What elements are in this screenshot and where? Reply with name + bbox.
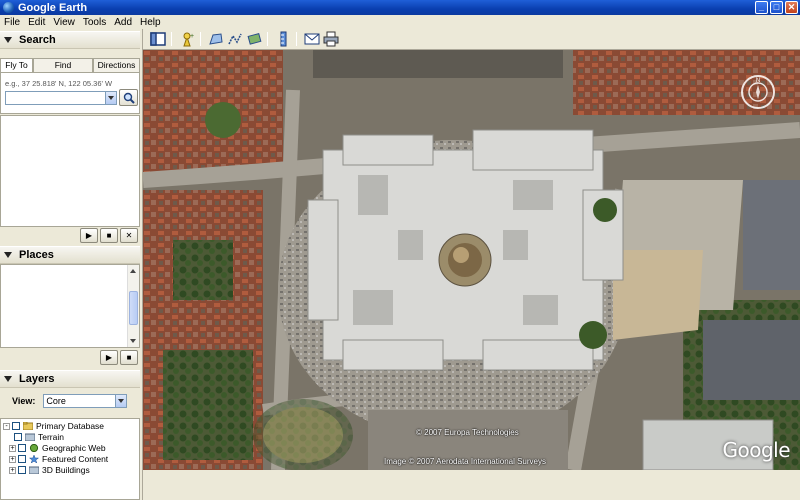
- title-bar: Google Earth _ □ ✕: [0, 0, 800, 15]
- magnifier-icon: [123, 92, 135, 104]
- collapse-triangle-icon: [4, 252, 12, 258]
- add-image-overlay-icon[interactable]: [246, 31, 262, 47]
- print-icon[interactable]: [323, 31, 339, 47]
- expand-toggle[interactable]: +: [9, 444, 16, 452]
- menu-view[interactable]: View: [49, 17, 79, 28]
- layers-tree: - Primary Database Terrain + Geographic …: [0, 418, 140, 500]
- layer-primary-database[interactable]: - Primary Database: [3, 421, 104, 431]
- expand-toggle[interactable]: +: [9, 455, 16, 463]
- sidebar-toggle-icon[interactable]: [150, 31, 166, 47]
- search-tabs: Fly To Find Businesses Directions: [0, 58, 140, 83]
- layers-panel-header[interactable]: Layers: [0, 370, 140, 388]
- globe-icon: [29, 444, 39, 452]
- places-tree[interactable]: [0, 264, 140, 348]
- toolbar: +: [143, 29, 800, 50]
- scroll-down-arrow-icon[interactable]: [129, 336, 138, 346]
- scroll-up-arrow-icon[interactable]: [129, 266, 138, 276]
- sidebar: Search Fly To Find Businesses Directions…: [0, 29, 143, 500]
- places-play-button[interactable]: ▶: [100, 350, 118, 365]
- google-earth-icon: [3, 2, 14, 13]
- menu-file[interactable]: File: [0, 17, 24, 28]
- places-stop-button[interactable]: ■: [120, 350, 138, 365]
- places-controls: ▶ ■: [100, 350, 138, 365]
- svg-text:N: N: [756, 78, 760, 84]
- menu-edit[interactable]: Edit: [24, 17, 49, 28]
- layer-3d-buildings[interactable]: + 3D Buildings: [9, 465, 90, 475]
- clear-button[interactable]: ✕: [120, 228, 138, 243]
- copyright-europa: © 2007 Europa Technologies: [416, 428, 519, 437]
- map-3d-view[interactable]: N © 2007 Europa Technologies Image © 200…: [143, 50, 800, 470]
- dropdown-arrow-icon[interactable]: [105, 92, 116, 104]
- layer-checkbox[interactable]: [18, 466, 26, 474]
- expand-toggle[interactable]: +: [9, 466, 16, 474]
- collapse-triangle-icon: [4, 376, 12, 382]
- fly-to-panel: e.g., 37 25.818' N, 122 05.36' W: [0, 72, 140, 114]
- layer-label: Featured Content: [42, 454, 109, 464]
- layer-checkbox[interactable]: [18, 455, 26, 463]
- star-icon: [29, 455, 39, 463]
- layer-checkbox[interactable]: [14, 433, 22, 441]
- view-select-value: Core: [46, 396, 66, 406]
- fly-to-input[interactable]: [5, 91, 117, 105]
- layers-panel-title: Layers: [19, 373, 55, 385]
- building-icon: [29, 466, 39, 474]
- places-scrollbar[interactable]: [127, 265, 139, 347]
- places-panel-title: Places: [19, 249, 54, 261]
- compass-icon[interactable]: N: [740, 74, 776, 110]
- collapse-triangle-icon: [4, 37, 12, 43]
- add-path-icon[interactable]: [227, 31, 243, 47]
- collapse-toggle[interactable]: -: [3, 422, 10, 430]
- close-button[interactable]: ✕: [785, 1, 798, 14]
- database-icon: [23, 422, 33, 430]
- places-panel-header[interactable]: Places: [0, 246, 140, 264]
- layer-checkbox[interactable]: [18, 444, 26, 452]
- layers-view-row: View: Core: [12, 394, 128, 408]
- stop-button[interactable]: ■: [100, 228, 118, 243]
- menu-add[interactable]: Add: [110, 17, 136, 28]
- layer-label: Geographic Web: [42, 443, 106, 453]
- layer-label: 3D Buildings: [42, 465, 90, 475]
- fly-to-hint: e.g., 37 25.818' N, 122 05.36' W: [5, 79, 113, 88]
- search-button[interactable]: [119, 89, 138, 106]
- layer-label: Primary Database: [36, 421, 105, 431]
- layer-checkbox[interactable]: [12, 422, 20, 430]
- search-panel-title: Search: [19, 34, 56, 46]
- search-results-list[interactable]: [0, 115, 140, 227]
- menu-tools[interactable]: Tools: [79, 17, 110, 28]
- search-controls: ▶ ■ ✕: [80, 228, 138, 243]
- add-placemark-icon[interactable]: +: [179, 31, 195, 47]
- menu-help[interactable]: Help: [136, 17, 165, 28]
- add-polygon-icon[interactable]: [208, 31, 224, 47]
- view-select[interactable]: Core: [43, 394, 128, 408]
- menu-bar: File Edit View Tools Add Help: [0, 15, 800, 29]
- window-controls: _ □ ✕: [755, 1, 798, 14]
- google-earth-window: Google Earth _ □ ✕ File Edit View Tools …: [0, 0, 800, 500]
- scroll-thumb[interactable]: [129, 291, 138, 325]
- layer-geographic-web[interactable]: + Geographic Web: [9, 443, 106, 453]
- dropdown-arrow-icon[interactable]: [115, 395, 127, 407]
- layer-terrain[interactable]: Terrain: [14, 432, 64, 442]
- tab-fly-to[interactable]: Fly To: [0, 58, 33, 73]
- tab-directions[interactable]: Directions: [93, 58, 140, 72]
- google-logo: Google: [722, 438, 790, 462]
- layer-label: Terrain: [38, 432, 64, 442]
- ruler-icon[interactable]: [275, 31, 291, 47]
- maximize-button[interactable]: □: [770, 1, 783, 14]
- layer-featured-content[interactable]: + Featured Content: [9, 454, 108, 464]
- minimize-button[interactable]: _: [755, 1, 768, 14]
- copyright-aerodata: Image © 2007 Aerodata International Surv…: [384, 457, 546, 466]
- terrain-icon: [25, 433, 35, 441]
- search-panel-header[interactable]: Search: [0, 31, 140, 49]
- email-icon[interactable]: [304, 31, 320, 47]
- svg-text:+: +: [190, 33, 194, 40]
- satellite-imagery: [143, 50, 800, 470]
- window-title: Google Earth: [18, 1, 88, 14]
- play-button[interactable]: ▶: [80, 228, 98, 243]
- view-label: View:: [12, 396, 36, 406]
- tab-find-businesses[interactable]: Find Businesses: [33, 58, 93, 83]
